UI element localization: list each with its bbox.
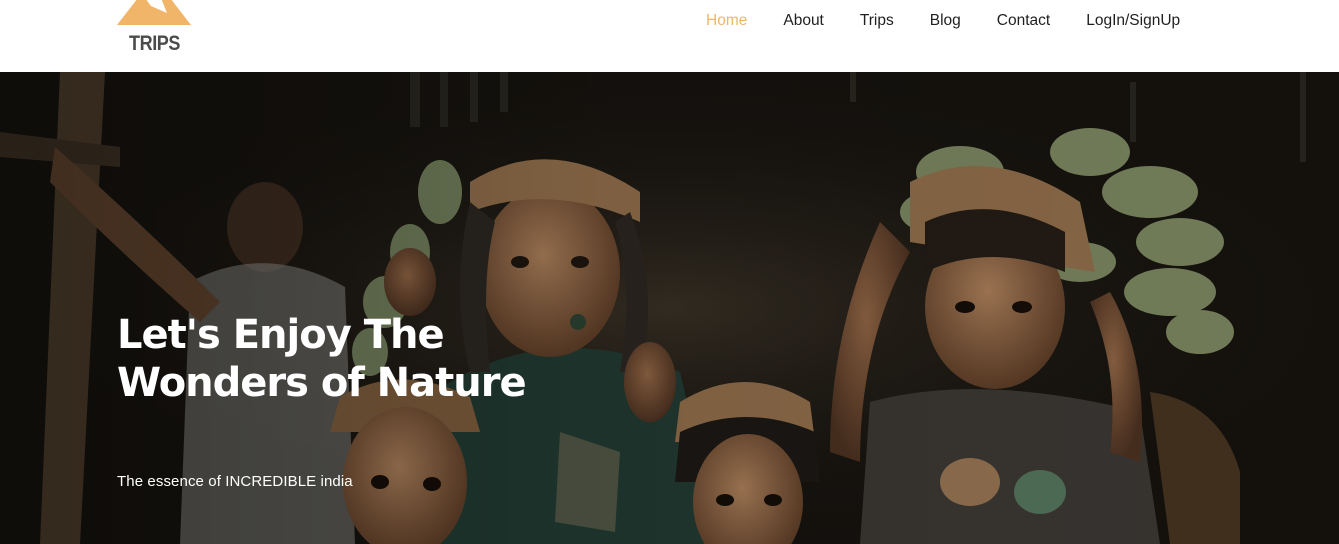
nav-link-trips[interactable]: Trips: [842, 11, 912, 31]
main-nav: Home About Trips Blog Contact LogIn/Sign…: [688, 11, 1198, 31]
brand-name: TRIPS: [129, 32, 181, 55]
hero-subtitle: The essence of INCREDIBLE india: [117, 473, 353, 490]
hero-title: Let's Enjoy The Wonders of Nature: [117, 312, 527, 406]
nav-link-home[interactable]: Home: [688, 11, 765, 31]
brand-logo[interactable]: TRIPS: [116, 0, 192, 60]
site-header: TRIPS Home About Trips Blog Contact LogI…: [0, 0, 1339, 72]
hero-section: Let's Enjoy The Wonders of Nature The es…: [0, 72, 1339, 544]
nav-link-about[interactable]: About: [765, 11, 842, 31]
nav-link-blog[interactable]: Blog: [912, 11, 979, 31]
nav-link-contact[interactable]: Contact: [979, 11, 1068, 31]
nav-link-login-signup[interactable]: LogIn/SignUp: [1068, 11, 1198, 31]
mountain-logo-icon: [117, 0, 191, 25]
